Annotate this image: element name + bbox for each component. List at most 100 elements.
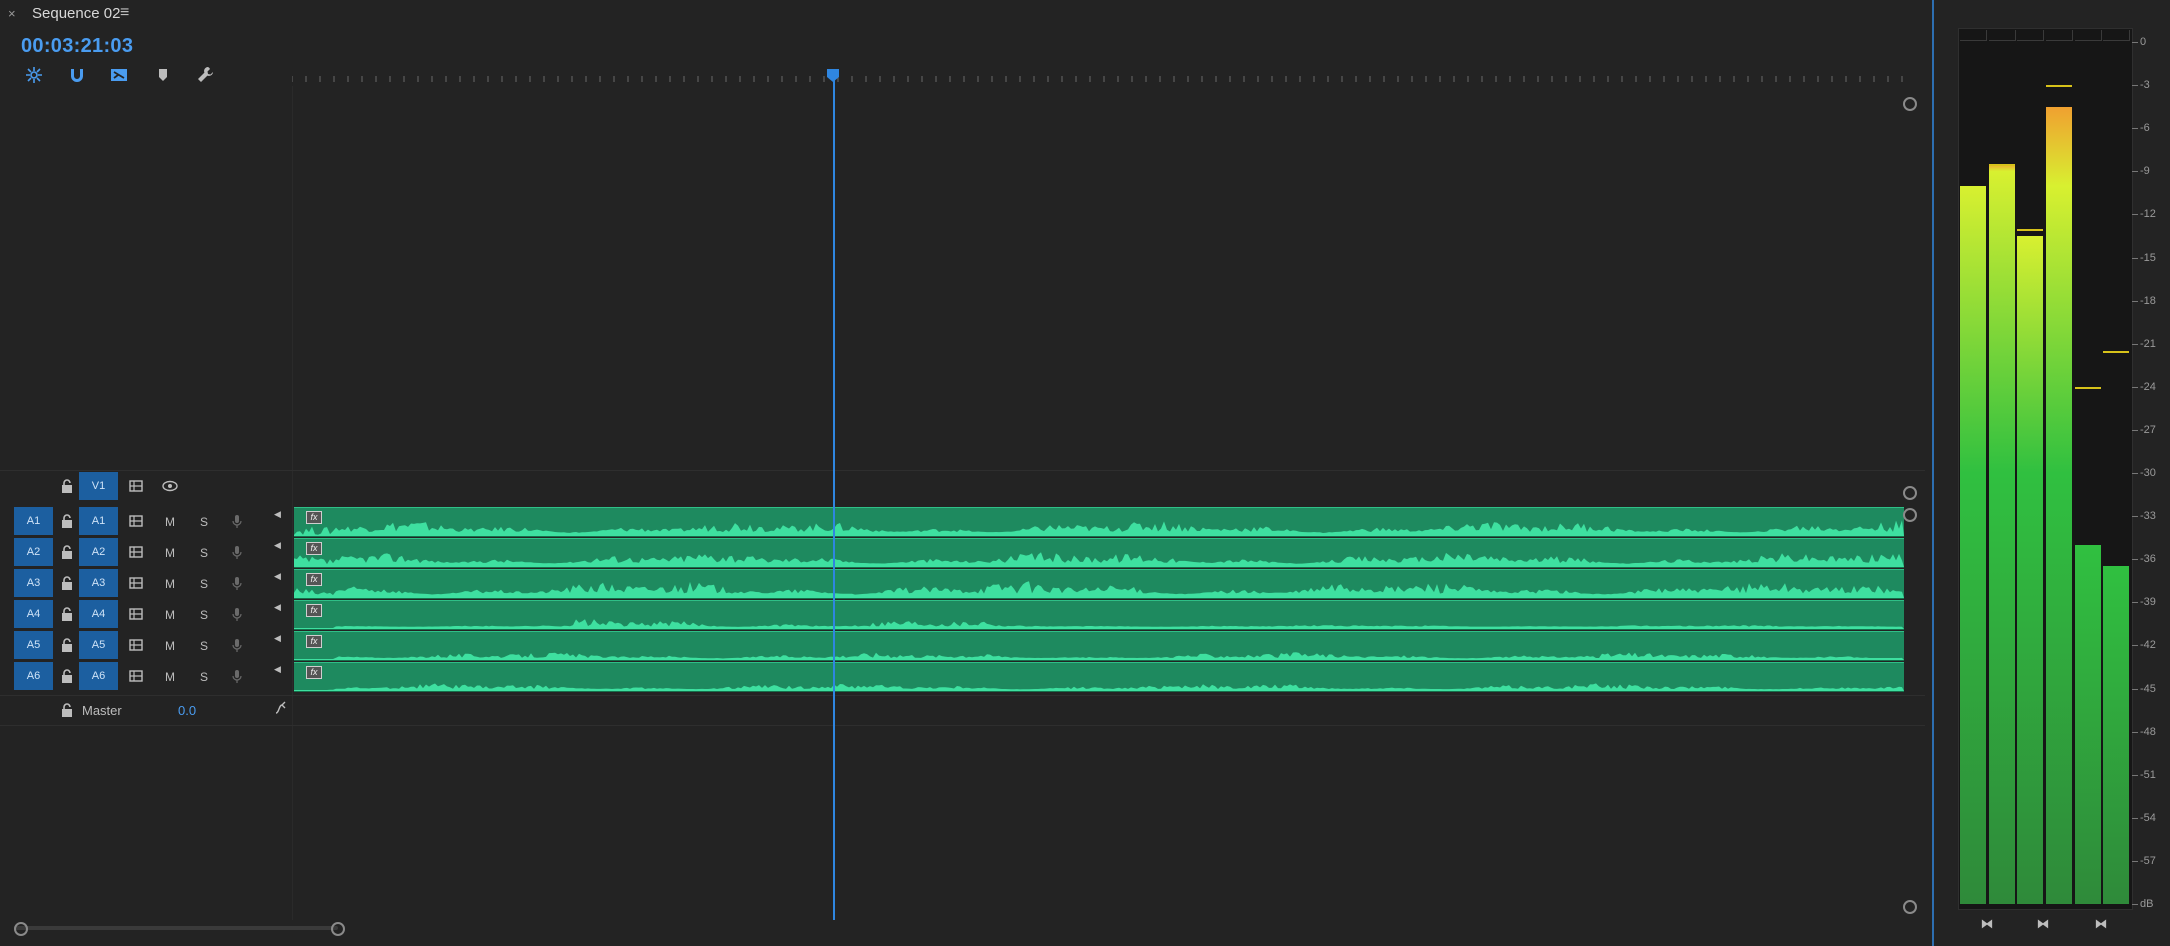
track-target-a1[interactable]: A1 xyxy=(79,507,118,535)
meter-clip-indicator[interactable] xyxy=(2017,30,2044,41)
microphone-icon[interactable] xyxy=(228,667,246,685)
panel-menu-button[interactable]: ≡ xyxy=(120,4,129,22)
snap-icon[interactable] xyxy=(66,64,88,86)
audio-clip-a6[interactable]: fx xyxy=(294,662,1904,692)
vertical-scroll-bottom-handle[interactable] xyxy=(1903,486,1917,500)
microphone-icon[interactable] xyxy=(228,605,246,623)
horizontal-scroll-right-handle[interactable] xyxy=(331,922,345,936)
lock-icon[interactable] xyxy=(58,574,76,592)
collapse-arrow-icon[interactable]: ◀ xyxy=(274,633,281,644)
audio-clip-a3[interactable]: fx xyxy=(294,569,1904,599)
nest-icon[interactable] xyxy=(23,64,45,86)
source-patch-a1[interactable]: A1 xyxy=(14,507,53,535)
mute-button-a5[interactable]: M xyxy=(165,639,175,653)
source-patch-a4[interactable]: A4 xyxy=(14,600,53,628)
lock-icon[interactable] xyxy=(58,605,76,623)
solo-button-a3[interactable]: S xyxy=(200,577,208,591)
lock-icon[interactable] xyxy=(58,701,76,719)
mute-button-a6[interactable]: M xyxy=(165,670,175,684)
settings-wrench-icon[interactable] xyxy=(194,64,216,86)
track-target-a2[interactable]: A2 xyxy=(79,538,118,566)
meter-clip-indicator[interactable] xyxy=(1989,30,2016,41)
track-target-a4[interactable]: A4 xyxy=(79,600,118,628)
sync-lock-icon[interactable] xyxy=(127,477,145,495)
solo-button-a1[interactable]: S xyxy=(200,515,208,529)
mute-button-a3[interactable]: M xyxy=(165,577,175,591)
sync-lock-icon[interactable] xyxy=(127,543,145,561)
time-ruler[interactable] xyxy=(292,62,1907,86)
collapse-arrow-icon[interactable]: ◀ xyxy=(274,664,281,675)
playhead-handle[interactable] xyxy=(826,68,840,82)
microphone-icon[interactable] xyxy=(228,543,246,561)
lock-icon[interactable] xyxy=(58,543,76,561)
source-patch-a6[interactable]: A6 xyxy=(14,662,53,690)
solo-button-a6[interactable]: S xyxy=(200,670,208,684)
track-curve-icon[interactable] xyxy=(272,700,290,718)
microphone-icon[interactable] xyxy=(228,636,246,654)
horizontal-scrollbar[interactable] xyxy=(14,926,338,930)
solo-button-a2[interactable]: S xyxy=(200,546,208,560)
audio-scroll-bottom-handle[interactable] xyxy=(1903,900,1917,914)
track-header-a6: A6 A6 M S ◀ xyxy=(0,662,292,692)
audio-scroll-top-handle[interactable] xyxy=(1903,508,1917,522)
collapse-arrow-icon[interactable]: ◀ xyxy=(274,571,281,582)
track-target-a3[interactable]: A3 xyxy=(79,569,118,597)
audio-clip-a5[interactable]: fx xyxy=(294,631,1904,661)
lock-icon[interactable] xyxy=(58,667,76,685)
track-target-a5[interactable]: A5 xyxy=(79,631,118,659)
sync-lock-icon[interactable] xyxy=(127,512,145,530)
waveform xyxy=(294,619,1904,629)
waveform xyxy=(294,683,1904,691)
meter-scale-label: -33 xyxy=(2140,510,2156,523)
source-patch-a3[interactable]: A3 xyxy=(14,569,53,597)
sequence-tab-title[interactable]: Sequence 02 xyxy=(32,5,120,22)
solo-channel-button-2[interactable]: ⧓ xyxy=(2032,916,2054,932)
v1-target-toggle[interactable]: V1 xyxy=(79,472,118,500)
source-patch-a5[interactable]: A5 xyxy=(14,631,53,659)
meter-clip-indicator[interactable] xyxy=(2046,30,2073,41)
solo-button-a4[interactable]: S xyxy=(200,608,208,622)
solo-channel-button-1[interactable]: ⧓ xyxy=(1976,916,1998,932)
eye-icon[interactable] xyxy=(161,477,179,495)
linked-selection-icon[interactable] xyxy=(108,64,130,86)
collapse-arrow-icon[interactable]: ◀ xyxy=(274,540,281,551)
meter-scale-tick xyxy=(2132,516,2138,518)
microphone-icon[interactable] xyxy=(228,574,246,592)
microphone-icon[interactable] xyxy=(228,512,246,530)
master-label: Master xyxy=(82,703,122,718)
sync-lock-icon[interactable] xyxy=(127,667,145,685)
track-target-a6[interactable]: A6 xyxy=(79,662,118,690)
vertical-scroll-top-handle[interactable] xyxy=(1903,97,1917,111)
playhead-line[interactable] xyxy=(833,70,835,920)
sync-lock-icon[interactable] xyxy=(127,574,145,592)
collapse-arrow-icon[interactable]: ◀ xyxy=(274,602,281,613)
master-track-header: Master 0.0 xyxy=(0,696,292,724)
horizontal-scroll-left-handle[interactable] xyxy=(14,922,28,936)
solo-channel-button-3[interactable]: ⧓ xyxy=(2090,916,2112,932)
mute-button-a1[interactable]: M xyxy=(165,515,175,529)
solo-button-a5[interactable]: S xyxy=(200,639,208,653)
audio-clip-a2[interactable]: fx xyxy=(294,538,1904,568)
lock-icon[interactable] xyxy=(58,477,76,495)
meter-peak-hold-4 xyxy=(2046,85,2072,88)
sync-lock-icon[interactable] xyxy=(127,636,145,654)
audio-clip-a4[interactable]: fx xyxy=(294,600,1904,630)
meter-clip-indicator[interactable] xyxy=(2075,30,2102,41)
meter-clip-indicator[interactable] xyxy=(1960,30,1987,41)
meter-clip-indicator[interactable] xyxy=(2103,30,2130,41)
mute-button-a2[interactable]: M xyxy=(165,546,175,560)
playhead-timecode[interactable]: 00:03:21:03 xyxy=(21,35,133,58)
add-marker-icon[interactable] xyxy=(152,64,174,86)
collapse-arrow-icon[interactable]: ◀ xyxy=(274,509,281,520)
meter-peak-hold-5 xyxy=(2075,386,2101,389)
audio-clip-a1[interactable]: fx xyxy=(294,507,1904,537)
sync-lock-icon[interactable] xyxy=(127,605,145,623)
meter-scale-label: -42 xyxy=(2140,639,2156,652)
meter-scale-tick xyxy=(2132,85,2138,87)
lock-icon[interactable] xyxy=(58,636,76,654)
source-patch-a2[interactable]: A2 xyxy=(14,538,53,566)
close-tab-button[interactable]: × xyxy=(8,6,16,21)
master-volume-value[interactable]: 0.0 xyxy=(178,703,196,718)
mute-button-a4[interactable]: M xyxy=(165,608,175,622)
lock-icon[interactable] xyxy=(58,512,76,530)
